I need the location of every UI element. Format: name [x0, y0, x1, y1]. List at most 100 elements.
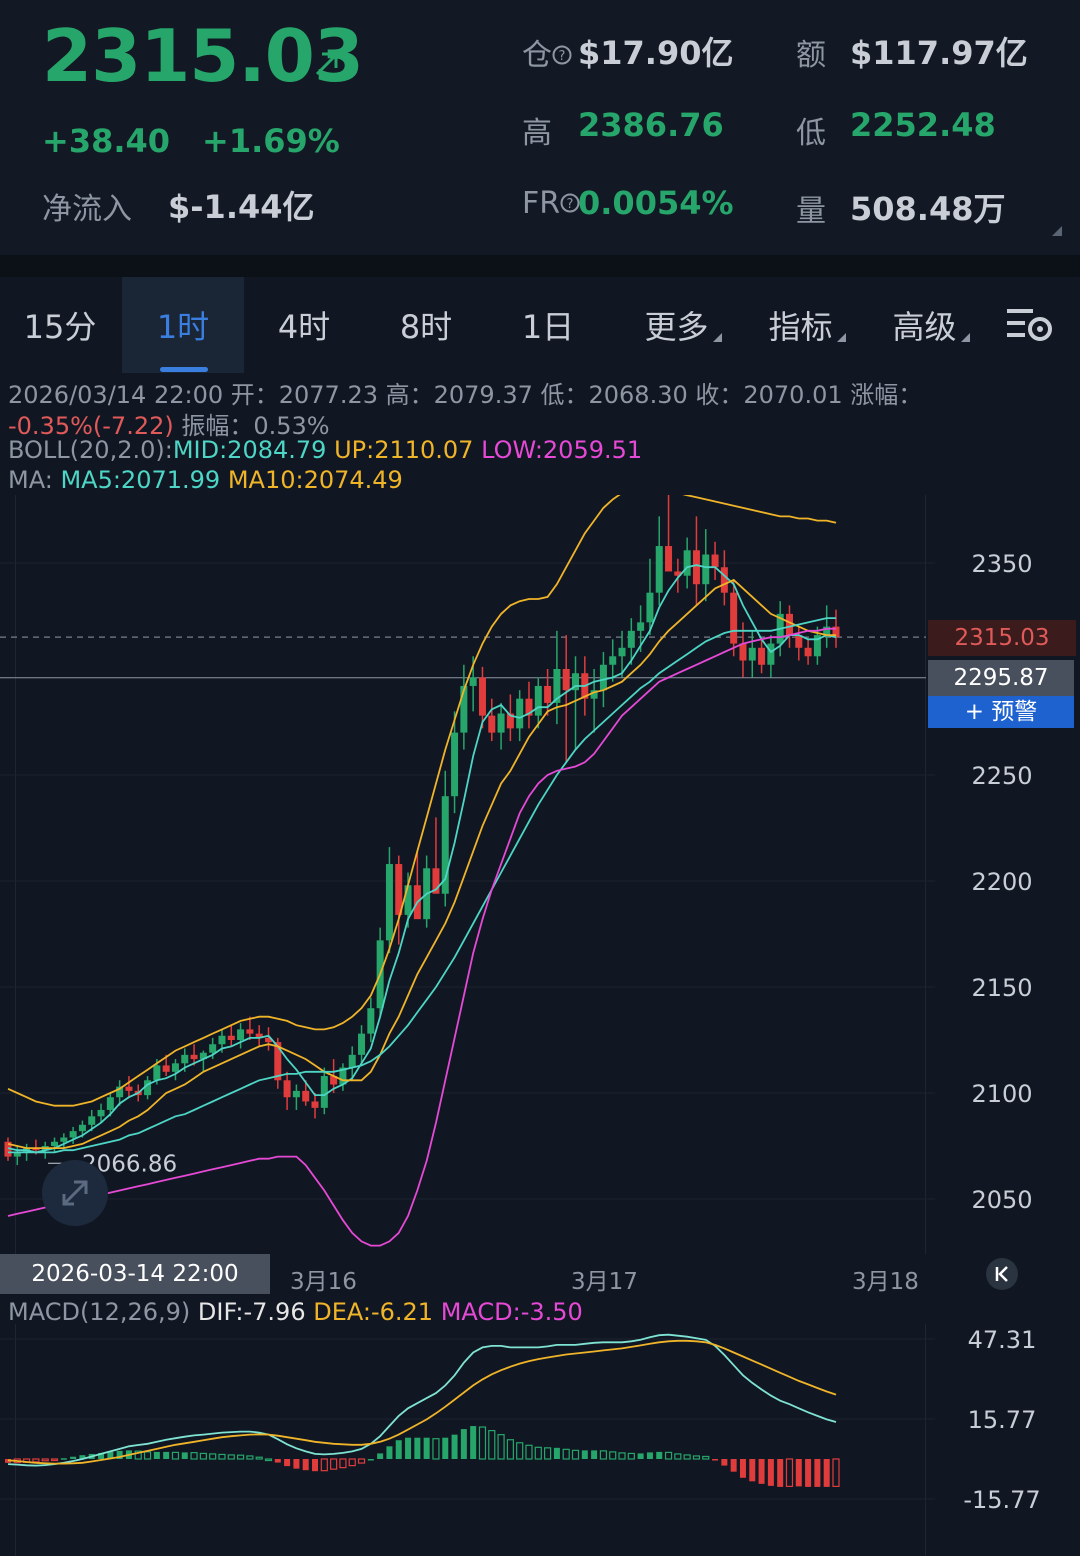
- y-tick-label: 2350: [971, 550, 1032, 578]
- macd-bar: [70, 1456, 77, 1459]
- expand-icon: [62, 1180, 88, 1206]
- macd-bar: [405, 1437, 412, 1459]
- candle-body: [692, 550, 700, 585]
- macd-bar: [264, 1458, 273, 1462]
- candle-body: [302, 1090, 310, 1102]
- high-value: 2386.76: [578, 106, 724, 144]
- open-interest-label: 仓?: [522, 30, 572, 74]
- funding-rate-label: FR?: [522, 186, 580, 221]
- macd-bar: [767, 1459, 774, 1486]
- macd-bar: [339, 1458, 347, 1469]
- y-tick-label: 2100: [971, 1080, 1032, 1108]
- tab-advanced[interactable]: 高级: [876, 277, 986, 373]
- macd-bar: [795, 1459, 802, 1487]
- y-tick-label: -15.77: [963, 1486, 1040, 1514]
- candle-body: [534, 685, 542, 716]
- candle-body: [767, 643, 775, 665]
- macd-bar: [814, 1459, 821, 1487]
- dropdown-corner-icon: [836, 333, 846, 342]
- macd-bar: [414, 1437, 421, 1459]
- candle-body: [683, 550, 691, 576]
- expand-button[interactable]: [42, 1160, 108, 1226]
- macd-bar: [516, 1442, 524, 1460]
- svg-text:?: ?: [559, 49, 566, 64]
- tab-more[interactable]: 更多: [628, 277, 738, 373]
- candlestick-chart[interactable]: 2350225022002150210020502386.762066.86: [0, 495, 1080, 1255]
- macd-chart[interactable]: 47.31 15.77 -15.77: [0, 1324, 1080, 1556]
- chart-settings-icon[interactable]: [1005, 305, 1055, 347]
- timeframe-tabs: 15分 1时 4时 8时 1日 更多 指标 高级: [0, 277, 1080, 373]
- macd-bar: [805, 1459, 812, 1487]
- macd-bar: [712, 1459, 719, 1461]
- macd-bar: [497, 1434, 505, 1460]
- macd-bar: [525, 1444, 533, 1460]
- macd-bar: [236, 1454, 245, 1460]
- macd-bar: [199, 1452, 207, 1460]
- divider: [0, 255, 1080, 277]
- tab-indicators[interactable]: 指标: [752, 277, 862, 373]
- macd-bar: [163, 1451, 170, 1459]
- tab-1d[interactable]: 1日: [488, 277, 608, 373]
- candle-body: [60, 1137, 68, 1142]
- macd-bar: [683, 1454, 691, 1460]
- candle-body: [637, 622, 645, 631]
- macd-bar: [395, 1440, 402, 1459]
- macd-bar: [348, 1458, 356, 1467]
- boll-info: BOLL(20,2.0):MID:2084.79 UP:2110.07 LOW:…: [8, 436, 643, 464]
- macd-bar: [646, 1452, 653, 1459]
- question-icon[interactable]: ?: [552, 45, 572, 65]
- candle-body: [599, 664, 607, 691]
- candle-body: [292, 1090, 300, 1098]
- candle-body: [720, 567, 728, 593]
- volume-value: 508.48万: [850, 190, 1006, 228]
- dropdown-corner-icon: [960, 333, 970, 342]
- macd-bar: [543, 1447, 552, 1460]
- macd-bar: [50, 1458, 59, 1462]
- macd-bar: [591, 1450, 598, 1459]
- candle-body: [469, 677, 477, 686]
- macd-bar: [702, 1455, 710, 1460]
- tab-1h[interactable]: 1时: [122, 277, 244, 373]
- candle-body: [655, 546, 663, 593]
- tab-8h[interactable]: 8时: [366, 277, 486, 373]
- macd-bar: [32, 1458, 40, 1463]
- macd-bar: [553, 1447, 560, 1459]
- macd-bar: [785, 1458, 794, 1487]
- candle-body: [702, 554, 710, 585]
- macd-bar: [823, 1459, 830, 1487]
- y-tick-label: 2250: [971, 762, 1032, 790]
- candle-body: [190, 1054, 198, 1060]
- macd-bar: [656, 1451, 663, 1459]
- macd-bar: [460, 1429, 467, 1459]
- crosshair-price-tag: 2295.87: [928, 660, 1074, 696]
- macd-bar: [60, 1458, 67, 1460]
- macd-bar: [478, 1426, 487, 1460]
- candle-body: [106, 1097, 114, 1110]
- tab-4h[interactable]: 4时: [244, 277, 364, 373]
- ma-info: MA: MA5:2071.99 MA10:2074.49: [8, 466, 403, 494]
- amount-label: 额: [796, 38, 826, 73]
- candle-body: [730, 592, 738, 644]
- macd-bar: [274, 1459, 281, 1463]
- tab-15m[interactable]: 15分: [0, 277, 120, 373]
- candle-body: [171, 1063, 179, 1072]
- crosshair-vertical: [15, 495, 16, 1255]
- macd-bar: [330, 1458, 338, 1470]
- ticker-header: 2315.03 +38.40 +1.69% 净流入 $-1.44亿 仓? $17…: [0, 0, 1080, 255]
- candle-body: [218, 1035, 226, 1045]
- candle-body: [646, 592, 654, 623]
- macd-bar: [674, 1453, 682, 1460]
- macd-bar: [609, 1451, 617, 1460]
- candle-body: [181, 1054, 189, 1064]
- scroll-to-latest-button[interactable]: [986, 1258, 1018, 1290]
- macd-bar: [758, 1459, 765, 1484]
- add-alert-button[interactable]: + 预警: [928, 696, 1074, 728]
- macd-bar: [218, 1453, 226, 1460]
- macd-bar: [470, 1426, 477, 1459]
- expand-corner-icon[interactable]: [1052, 226, 1062, 236]
- candle-body: [358, 1033, 366, 1055]
- candle-body: [758, 647, 766, 665]
- net-inflow-label: 净流入: [42, 192, 132, 227]
- ma5-line: [7, 564, 837, 1154]
- macd-bar: [432, 1438, 440, 1460]
